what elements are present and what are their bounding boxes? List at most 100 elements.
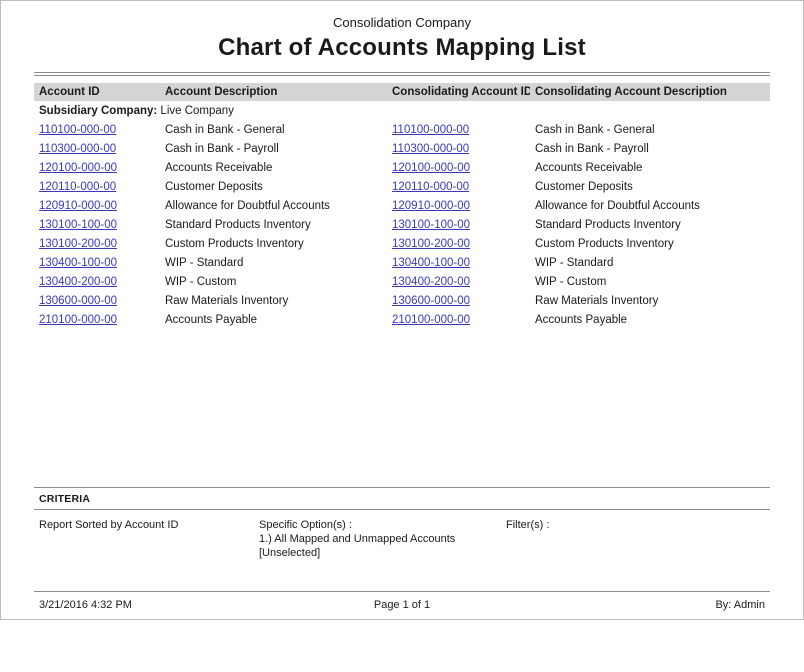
consolidating-account-id-link-cell: 130400-200-00	[387, 272, 530, 291]
column-header-account-description: Account Description	[160, 83, 387, 101]
consolidating-account-id-link-cell: 130400-100-00	[387, 253, 530, 272]
subsidiary-company-value: Live Company	[160, 105, 234, 117]
content-spacer	[34, 329, 770, 487]
subsidiary-company-group: Subsidiary Company: Live Company	[34, 101, 770, 120]
consolidating-account-id-link[interactable]: 120910-000-00	[392, 200, 470, 212]
specific-options-line-2: [Unselected]	[259, 547, 506, 559]
report-footer: 3/21/2016 4:32 PM Page 1 of 1 By: Admin	[34, 591, 770, 611]
account-id-link[interactable]: 130400-200-00	[39, 276, 117, 288]
table-row: 130100-200-00 Custom Products Inventory 13…	[34, 234, 770, 253]
consolidating-account-id-link[interactable]: 130600-000-00	[392, 295, 470, 307]
consolidating-account-description: Standard Products Inventory	[530, 215, 770, 234]
consolidating-account-id-link[interactable]: 120110-000-00	[392, 181, 469, 193]
consolidating-account-description: Cash in Bank - General	[530, 120, 770, 139]
subsidiary-company-label: Subsidiary Company:	[39, 105, 157, 117]
consolidating-account-id-link[interactable]: 210100-000-00	[392, 314, 470, 326]
table-row: 110100-000-00 Cash in Bank - General 11010…	[34, 120, 770, 139]
account-id-link[interactable]: 120910-000-00	[39, 200, 117, 212]
table-row: 120110-000-00 Customer Deposits 120110-000…	[34, 177, 770, 196]
table-row: 210100-000-00 Accounts Payable 210100-000-…	[34, 310, 770, 329]
footer-page-number: Page 1 of 1	[281, 599, 523, 611]
table-row: 130400-200-00 WIP - Custom 130400-200-00 WI…	[34, 272, 770, 291]
consolidating-account-description: Custom Products Inventory	[530, 234, 770, 253]
account-id-link[interactable]: 120100-000-00	[39, 162, 117, 174]
account-description: Cash in Bank - Payroll	[160, 139, 387, 158]
consolidating-account-id-link-cell: 110300-000-00	[387, 139, 530, 158]
consolidating-account-id-link-cell: 120100-000-00	[387, 158, 530, 177]
account-description: Accounts Payable	[160, 310, 387, 329]
report-title: Chart of Accounts Mapping List	[34, 34, 770, 62]
column-header-consolidating-account-description: Consolidating Account Description	[530, 83, 770, 101]
company-name: Consolidation Company	[34, 15, 770, 30]
consolidating-account-description: Customer Deposits	[530, 177, 770, 196]
account-description: Raw Materials Inventory	[160, 291, 387, 310]
consolidating-account-description: Accounts Receivable	[530, 158, 770, 177]
specific-options-label: Specific Option(s) :	[259, 519, 506, 531]
account-description: Accounts Receivable	[160, 158, 387, 177]
table-row: 110300-000-00 Cash in Bank - Payroll 11030…	[34, 139, 770, 158]
consolidating-account-id-link[interactable]: 130400-200-00	[392, 276, 470, 288]
consolidating-account-id-link[interactable]: 130100-100-00	[392, 219, 470, 231]
account-id-link[interactable]: 110100-000-00	[39, 124, 116, 136]
account-id-link-cell: 130400-100-00	[34, 253, 160, 272]
account-description: Allowance for Doubtful Accounts	[160, 196, 387, 215]
consolidating-account-description: Raw Materials Inventory	[530, 291, 770, 310]
criteria-heading: CRITERIA	[34, 488, 770, 509]
group-row: Subsidiary Company: Live Company	[34, 101, 770, 120]
account-id-link-cell: 120110-000-00	[34, 177, 160, 196]
consolidating-account-id-link[interactable]: 120100-000-00	[392, 162, 470, 174]
account-id-link[interactable]: 120110-000-00	[39, 181, 116, 193]
account-description: Cash in Bank - General	[160, 120, 387, 139]
account-description: Customer Deposits	[160, 177, 387, 196]
account-id-link-cell: 110100-000-00	[34, 120, 160, 139]
account-id-link[interactable]: 210100-000-00	[39, 314, 117, 326]
accounts-mapping-table: Account ID Account Description Consolida…	[34, 83, 770, 329]
table-row: 130100-100-00 Standard Products Inventory…	[34, 215, 770, 234]
account-id-link[interactable]: 130100-200-00	[39, 238, 117, 250]
account-id-link-cell: 120910-000-00	[34, 196, 160, 215]
account-description: WIP - Custom	[160, 272, 387, 291]
consolidating-account-id-link-cell: 110100-000-00	[387, 120, 530, 139]
footer-datetime: 3/21/2016 4:32 PM	[39, 599, 281, 611]
consolidating-account-id-link[interactable]: 110300-000-00	[392, 143, 469, 155]
criteria-section: CRITERIA Report Sorted by Account ID Spe…	[34, 487, 770, 563]
table-row: 130400-100-00 WIP - Standard 130400-100-00…	[34, 253, 770, 272]
consolidating-account-id-link[interactable]: 130100-200-00	[392, 238, 470, 250]
consolidating-account-id-link-cell: 210100-000-00	[387, 310, 530, 329]
consolidating-account-id-link-cell: 130600-000-00	[387, 291, 530, 310]
column-header-consolidating-account-id: Consolidating Account ID	[387, 83, 530, 101]
footer-printed-by: By: Admin	[523, 599, 765, 611]
column-header-account-id: Account ID	[34, 83, 160, 101]
account-description: WIP - Standard	[160, 253, 387, 272]
consolidating-account-description: Cash in Bank - Payroll	[530, 139, 770, 158]
footer-spacer	[34, 563, 770, 591]
consolidating-account-id-link[interactable]: 130400-100-00	[392, 257, 470, 269]
report-page: Consolidation Company Chart of Accounts …	[0, 0, 804, 620]
specific-options-line-1: 1.) All Mapped and Unmapped Accounts	[259, 533, 506, 545]
table-row: 120910-000-00 Allowance for Doubtful Acco…	[34, 196, 770, 215]
account-id-link-cell: 130600-000-00	[34, 291, 160, 310]
consolidating-account-description: Allowance for Doubtful Accounts	[530, 196, 770, 215]
account-id-link[interactable]: 110300-000-00	[39, 143, 116, 155]
account-id-link[interactable]: 130600-000-00	[39, 295, 117, 307]
account-id-link-cell: 110300-000-00	[34, 139, 160, 158]
consolidating-account-id-link[interactable]: 110100-000-00	[392, 124, 469, 136]
account-id-link[interactable]: 130100-100-00	[39, 219, 117, 231]
criteria-filters-label: Filter(s) :	[506, 519, 765, 559]
account-id-link-cell: 130100-100-00	[34, 215, 160, 234]
account-description: Custom Products Inventory	[160, 234, 387, 253]
table-header-row: Account ID Account Description Consolida…	[34, 83, 770, 101]
consolidating-account-description: Accounts Payable	[530, 310, 770, 329]
criteria-specific-options: Specific Option(s) : 1.) All Mapped and …	[259, 519, 506, 559]
title-divider	[34, 72, 770, 76]
consolidating-account-id-link-cell: 130100-200-00	[387, 234, 530, 253]
account-id-link-cell: 130100-200-00	[34, 234, 160, 253]
table-row: 130600-000-00 Raw Materials Inventory 1306…	[34, 291, 770, 310]
criteria-row: Report Sorted by Account ID Specific Opt…	[34, 510, 770, 563]
consolidating-account-id-link-cell: 130100-100-00	[387, 215, 530, 234]
account-id-link-cell: 210100-000-00	[34, 310, 160, 329]
table-row: 120100-000-00 Accounts Receivable 120100-0…	[34, 158, 770, 177]
consolidating-account-description: WIP - Custom	[530, 272, 770, 291]
account-description: Standard Products Inventory	[160, 215, 387, 234]
account-id-link[interactable]: 130400-100-00	[39, 257, 117, 269]
